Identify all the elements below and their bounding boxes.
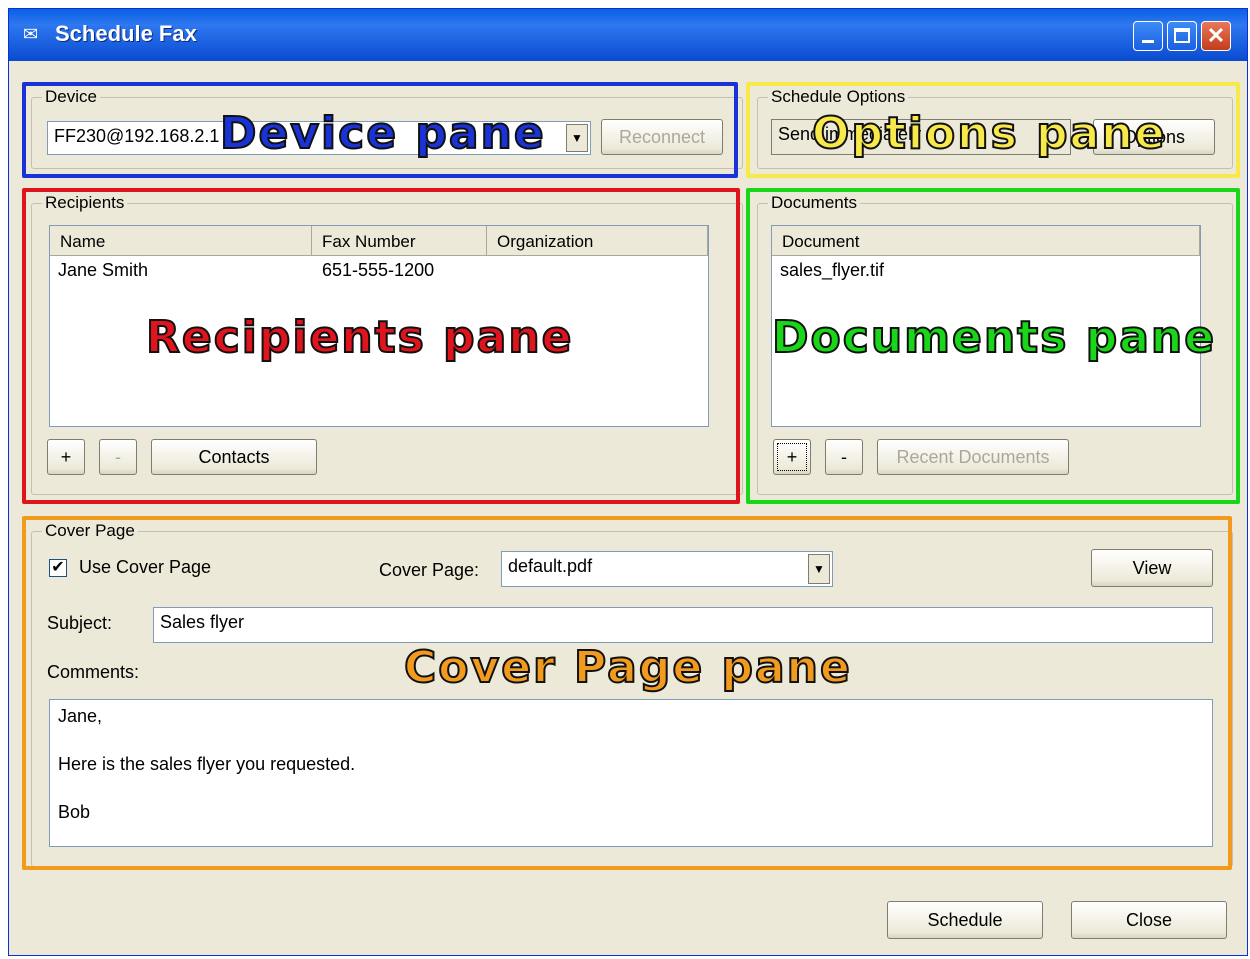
- comment-line: Bob: [58, 802, 91, 822]
- chevron-down-icon[interactable]: ▼: [808, 554, 830, 584]
- column-header-fax-number[interactable]: Fax Number: [312, 226, 487, 256]
- use-cover-page-checkbox[interactable]: ✔: [49, 559, 67, 577]
- cover-page-value: default.pdf: [508, 556, 593, 576]
- recipients-group-label: Recipients: [42, 193, 128, 213]
- device-select[interactable]: FF230@192.168.2.1 ▼: [47, 121, 591, 155]
- maximize-button[interactable]: [1167, 21, 1197, 51]
- column-header-name[interactable]: Name: [50, 226, 312, 256]
- cover-page-group-label: Cover Page: [42, 521, 138, 541]
- schedule-options-label: Schedule Options: [768, 87, 909, 107]
- cover-page-label: Cover Page:: [379, 560, 480, 580]
- subject-label: Subject:: [47, 613, 113, 633]
- comment-line: Here is the sales flyer you requested.: [58, 754, 356, 774]
- recent-documents-button[interactable]: Recent Documents: [877, 439, 1069, 475]
- documents-group-label: Documents: [768, 193, 860, 213]
- schedule-fax-window: ✉ Schedule Fax ✕ Device FF230@192.168.2.…: [8, 8, 1248, 956]
- window-title: Schedule Fax: [55, 21, 197, 46]
- add-document-button[interactable]: +: [773, 439, 811, 475]
- close-window-button[interactable]: ✕: [1201, 21, 1231, 51]
- remove-recipient-button[interactable]: -: [99, 439, 137, 475]
- minimize-button[interactable]: [1133, 21, 1163, 51]
- options-button[interactable]: Options: [1093, 119, 1215, 155]
- send-mode-select[interactable]: Send immediately: [771, 119, 1071, 155]
- fax-app-icon: ✉: [23, 24, 39, 44]
- close-icon: ✕: [1206, 23, 1226, 48]
- close-button[interactable]: Close: [1071, 901, 1227, 939]
- recipient-name: Jane Smith: [58, 260, 149, 280]
- minimize-icon: [1142, 40, 1154, 43]
- recipient-fax: 651-555-1200: [322, 260, 435, 280]
- comment-line: Jane,: [58, 706, 103, 726]
- use-cover-page-label[interactable]: Use Cover Page: [79, 557, 211, 578]
- table-row[interactable]: Jane Smith 651-555-1200: [50, 260, 708, 286]
- list-item[interactable]: sales_flyer.tif: [780, 260, 884, 281]
- comments-textarea[interactable]: Jane, Here is the sales flyer you reques…: [49, 699, 1213, 847]
- remove-document-button[interactable]: -: [825, 439, 863, 475]
- column-header-document[interactable]: Document: [772, 226, 1200, 256]
- contacts-button[interactable]: Contacts: [151, 439, 317, 475]
- maximize-icon: [1174, 28, 1190, 43]
- documents-list[interactable]: Document sales_flyer.tif: [771, 225, 1201, 427]
- device-group-label: Device: [42, 87, 100, 107]
- column-header-organization[interactable]: Organization: [487, 226, 708, 256]
- chevron-down-icon[interactable]: ▼: [566, 124, 588, 152]
- reconnect-button[interactable]: Reconnect: [601, 119, 723, 155]
- comments-label: Comments:: [47, 662, 140, 682]
- cover-page-select[interactable]: default.pdf ▼: [501, 551, 833, 587]
- add-recipient-button[interactable]: +: [47, 439, 85, 475]
- title-bar[interactable]: ✉ Schedule Fax ✕: [9, 9, 1247, 61]
- device-select-value: FF230@192.168.2.1: [54, 126, 220, 146]
- recipients-list[interactable]: Name Fax Number Organization Jane Smith …: [49, 225, 709, 427]
- schedule-button[interactable]: Schedule: [887, 901, 1043, 939]
- send-mode-value: Send immediately: [778, 124, 922, 144]
- view-button[interactable]: View: [1091, 549, 1213, 587]
- subject-input[interactable]: Sales flyer: [153, 607, 1213, 643]
